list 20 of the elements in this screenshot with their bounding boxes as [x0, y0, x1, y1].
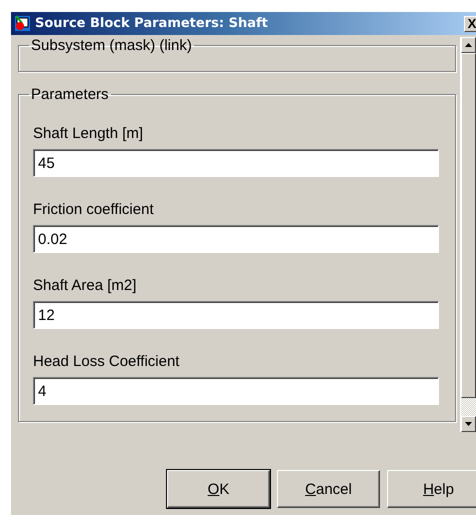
dialog-button[interactable]: OK	[167, 470, 270, 508]
input-field[interactable]: 45	[33, 149, 439, 177]
up-arrow-icon	[465, 43, 472, 47]
field-label: Shaft Area [m2]	[33, 277, 136, 295]
field-label: Friction coefficient	[33, 201, 154, 219]
window-title: Source Block Parameters: Shaft	[35, 16, 269, 31]
block-icon	[14, 15, 31, 32]
group-title: Subsystem (mask) (link)	[30, 37, 193, 54]
scrollbar[interactable]	[460, 37, 476, 432]
dialog-button[interactable]: Help	[387, 470, 476, 508]
down-arrow-icon	[465, 422, 472, 426]
field-label: Shaft Length [m]	[33, 125, 144, 143]
input-field[interactable]: 12	[33, 301, 439, 329]
dialog-button[interactable]: Cancel	[277, 470, 380, 508]
scrollbar-thumb[interactable]	[461, 53, 476, 398]
group-title: Parameters	[30, 86, 110, 103]
field-label: Head Loss Coefficient	[33, 353, 180, 371]
input-field[interactable]: 0.02	[33, 225, 439, 253]
close-button[interactable]: X	[464, 16, 476, 32]
input-field[interactable]: 4	[33, 377, 439, 405]
